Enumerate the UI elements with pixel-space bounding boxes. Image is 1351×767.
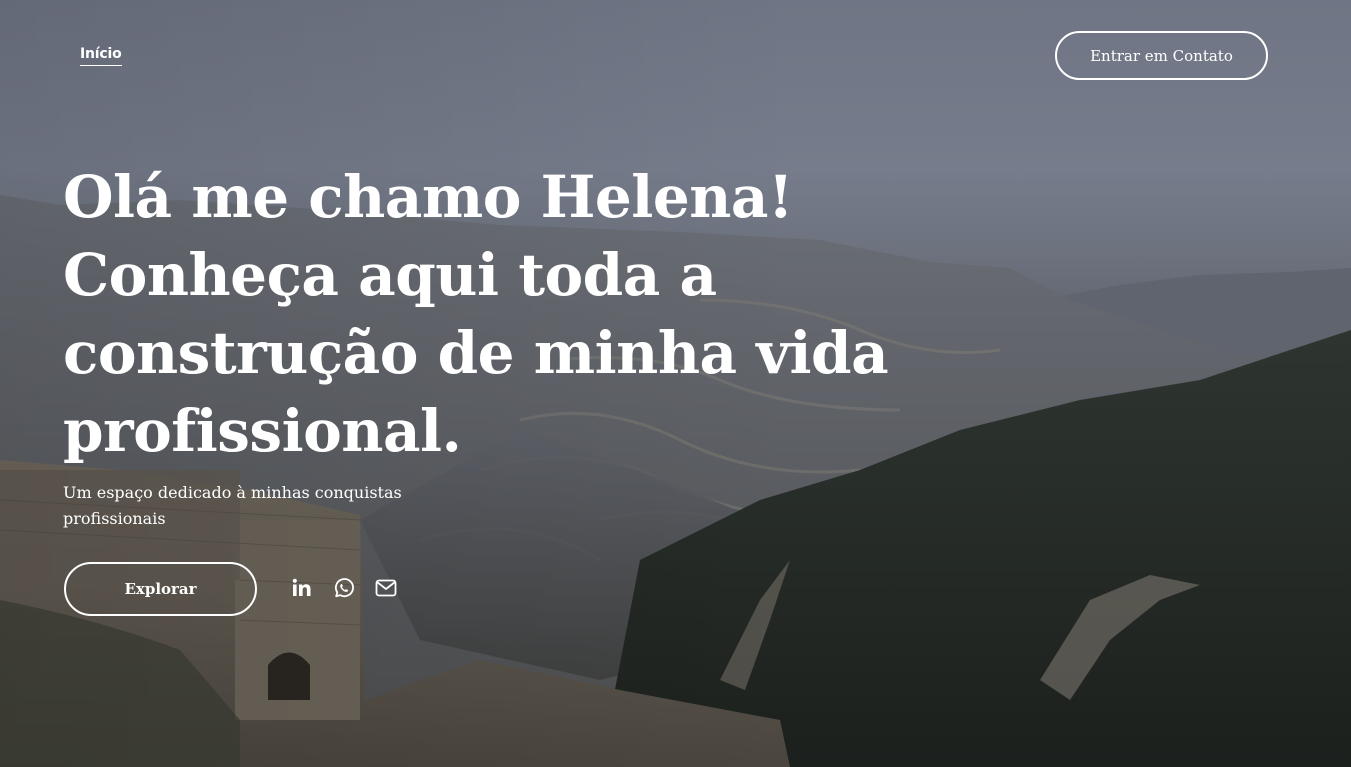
- headline-line: construção de minha vida: [63, 319, 889, 387]
- headline-line: Olá me chamo Helena!: [63, 163, 793, 231]
- headline-line: profissional.: [63, 397, 462, 465]
- whatsapp-icon[interactable]: [332, 576, 356, 600]
- linkedin-icon[interactable]: [290, 576, 314, 600]
- hero-headline: Olá me chamo Helena! Conheça aqui toda a…: [63, 158, 963, 470]
- email-icon[interactable]: [374, 576, 398, 600]
- contact-button[interactable]: Entrar em Contato: [1055, 31, 1268, 80]
- hero-subtitle: Um espaço dedicado à minhas conquistas p…: [63, 483, 402, 528]
- explore-button[interactable]: Explorar: [64, 562, 257, 616]
- nav-link-inicio[interactable]: Início: [80, 46, 122, 66]
- headline-line: Conheça aqui toda a: [63, 241, 717, 309]
